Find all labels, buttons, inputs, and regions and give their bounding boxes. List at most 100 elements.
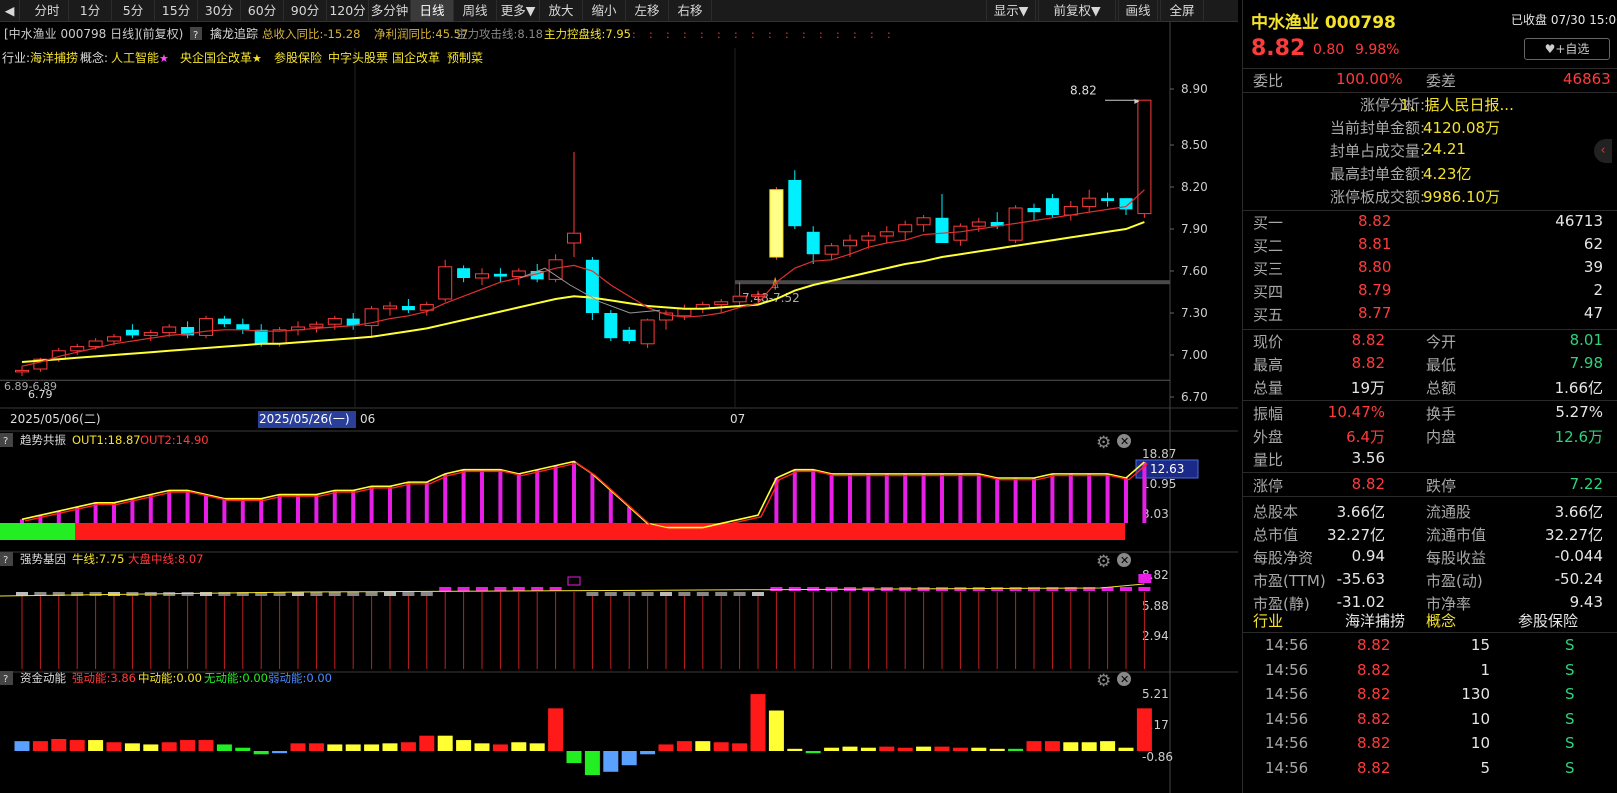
bid-label-2: 买三 — [1253, 260, 1284, 278]
sub2-market: 大盘中线:8.07 — [128, 552, 203, 566]
sub3-bar — [1100, 741, 1116, 751]
sub2-mark — [402, 592, 415, 596]
sub3-bar — [419, 735, 435, 751]
sub1-bar — [1105, 473, 1110, 523]
tick-time-3: 14:56 — [1265, 709, 1309, 728]
sub3-bar — [32, 741, 48, 751]
dot-mark: : — [853, 28, 857, 41]
settings-icon[interactable]: ⚙ — [1096, 552, 1111, 572]
sub3-bar — [382, 743, 398, 751]
settings-icon[interactable]: ⚙ — [1096, 671, 1111, 691]
bid-price-2: 8.80 — [1358, 258, 1392, 276]
dot-mark: : — [717, 28, 721, 41]
sub1-bar — [1142, 462, 1147, 523]
sub3-bar — [548, 708, 564, 751]
stat-label2-0: 今开 — [1426, 333, 1457, 351]
concept-row-label: 概念 — [1426, 612, 1457, 630]
sub2-mark — [1064, 587, 1077, 591]
stat-label-10: 市盈(TTM) — [1253, 572, 1326, 590]
revenue-yoy: 总收入同比:-15.28 — [262, 27, 360, 41]
concept-row-value: 参股保险 — [1518, 612, 1579, 630]
sub3-bar — [290, 743, 306, 751]
sub3-bar — [897, 747, 913, 751]
toolbar-item-9[interactable]: 日线 — [411, 0, 454, 22]
price-tick-label: 7.90 — [1181, 222, 1208, 236]
sub3-bar — [216, 744, 232, 751]
tick-price-1: 8.82 — [1357, 660, 1391, 679]
sub1-bar — [148, 494, 153, 523]
toolbar-item-7[interactable]: 120分 — [327, 0, 369, 22]
toolbar-item-13[interactable]: 缩小 — [583, 0, 626, 22]
sub2-mark — [494, 587, 507, 591]
sub3-bar — [327, 744, 343, 751]
sub1-bar — [296, 494, 300, 523]
tick-side-4: S — [1565, 734, 1575, 752]
heart-icon: ♥ — [1544, 42, 1556, 56]
dot-mark: : — [734, 28, 738, 41]
sub1-bar — [167, 490, 172, 523]
support-band — [735, 280, 1170, 285]
toolbar-item-5[interactable]: 60分 — [241, 0, 284, 22]
toolbar-item-4[interactable]: 30分 — [198, 0, 241, 22]
bid-vol-2: 39 — [1583, 258, 1603, 276]
sub1-bar — [811, 469, 816, 523]
candle[interactable] — [604, 310, 618, 341]
stat-label-3: 振幅 — [1253, 405, 1284, 423]
toolbar-item-8[interactable]: 多分钟 — [369, 0, 411, 22]
toolbar-item-6[interactable]: 90分 — [284, 0, 327, 22]
limit-value-0: 1、据人民日报... — [1400, 96, 1514, 114]
toolbar-item-14[interactable]: 左移 — [626, 0, 669, 22]
sub2-mark — [1009, 587, 1022, 591]
date-label: 06 — [360, 412, 375, 426]
stat-label-5: 量比 — [1253, 451, 1284, 469]
toolbar-item-2[interactable]: 5分 — [112, 0, 155, 22]
toolbar-item-10[interactable]: 周线 — [454, 0, 497, 22]
toolbar-right-1[interactable]: 前复权▼ — [1038, 0, 1116, 22]
chart-area[interactable]: [中水渔业 000798 日线] (前复权)? 擒龙追踪 总收入同比:-15.28 净利… — [0, 22, 1238, 793]
settings-icon[interactable]: ⚙ — [1096, 433, 1111, 453]
toolbar-item-0[interactable]: 分时 — [26, 0, 69, 22]
stat-value-9: 0.94 — [1351, 547, 1385, 565]
sub3-bar — [1081, 742, 1097, 751]
toolbar-item-12[interactable]: 放大 — [540, 0, 583, 22]
toolbar-item-1[interactable]: 1分 — [69, 0, 112, 22]
tick-price-3: 8.82 — [1357, 709, 1391, 728]
limit-value-1: 4120.08万 — [1423, 119, 1501, 137]
stat-value-5: 3.56 — [1351, 449, 1385, 467]
toolbar-item-15[interactable]: 右移 — [669, 0, 712, 22]
bid-vol-1: 62 — [1583, 235, 1603, 253]
left-bar-icon[interactable]: ◀ — [0, 0, 20, 22]
bid-label-4: 买五 — [1253, 306, 1284, 324]
sub2-mark — [89, 592, 102, 596]
toolbar-right-2[interactable]: 画线 — [1118, 0, 1158, 22]
sub1-current: 12.63 — [1150, 462, 1184, 476]
candle[interactable] — [640, 318, 655, 348]
sub3-bar — [1008, 748, 1024, 751]
sub3-bar — [768, 710, 784, 751]
dot-mark: : — [666, 28, 670, 41]
sub1-out2: OUT2:14.90 — [140, 433, 209, 447]
sub3-bar — [971, 747, 987, 751]
concept-tag-4: 国企改革 — [392, 50, 440, 65]
add-watchlist-button[interactable]: ♥+自选 — [1524, 38, 1610, 60]
candle[interactable] — [199, 315, 213, 339]
sub1-bar — [112, 502, 116, 523]
toolbar-item-11[interactable]: 更多▼ — [497, 0, 540, 22]
divider — [1243, 400, 1617, 401]
limit-label-4: 涨停板成交额: — [1329, 188, 1425, 206]
candle[interactable] — [1137, 99, 1152, 218]
sub2-mark — [1046, 587, 1059, 591]
tick-vol-1: 1 — [1480, 660, 1490, 679]
sub2-bull: 牛线:7.75 — [72, 552, 124, 566]
candle[interactable] — [585, 257, 599, 320]
sub2-mark — [1028, 587, 1040, 591]
sub1-bar — [1013, 477, 1018, 523]
star-icon: ★ — [252, 52, 262, 65]
panel-collapse-icon[interactable]: ‹ — [1594, 139, 1612, 163]
date-label: 2025/05/06(二) — [10, 412, 101, 426]
toolbar-right-3[interactable]: 全屏 — [1160, 0, 1204, 22]
toolbar-item-3[interactable]: 15分 — [155, 0, 198, 22]
toolbar-right-0[interactable]: 显示▼ — [986, 0, 1036, 22]
help-text: ? — [3, 555, 8, 566]
sub1-bar — [332, 490, 337, 523]
